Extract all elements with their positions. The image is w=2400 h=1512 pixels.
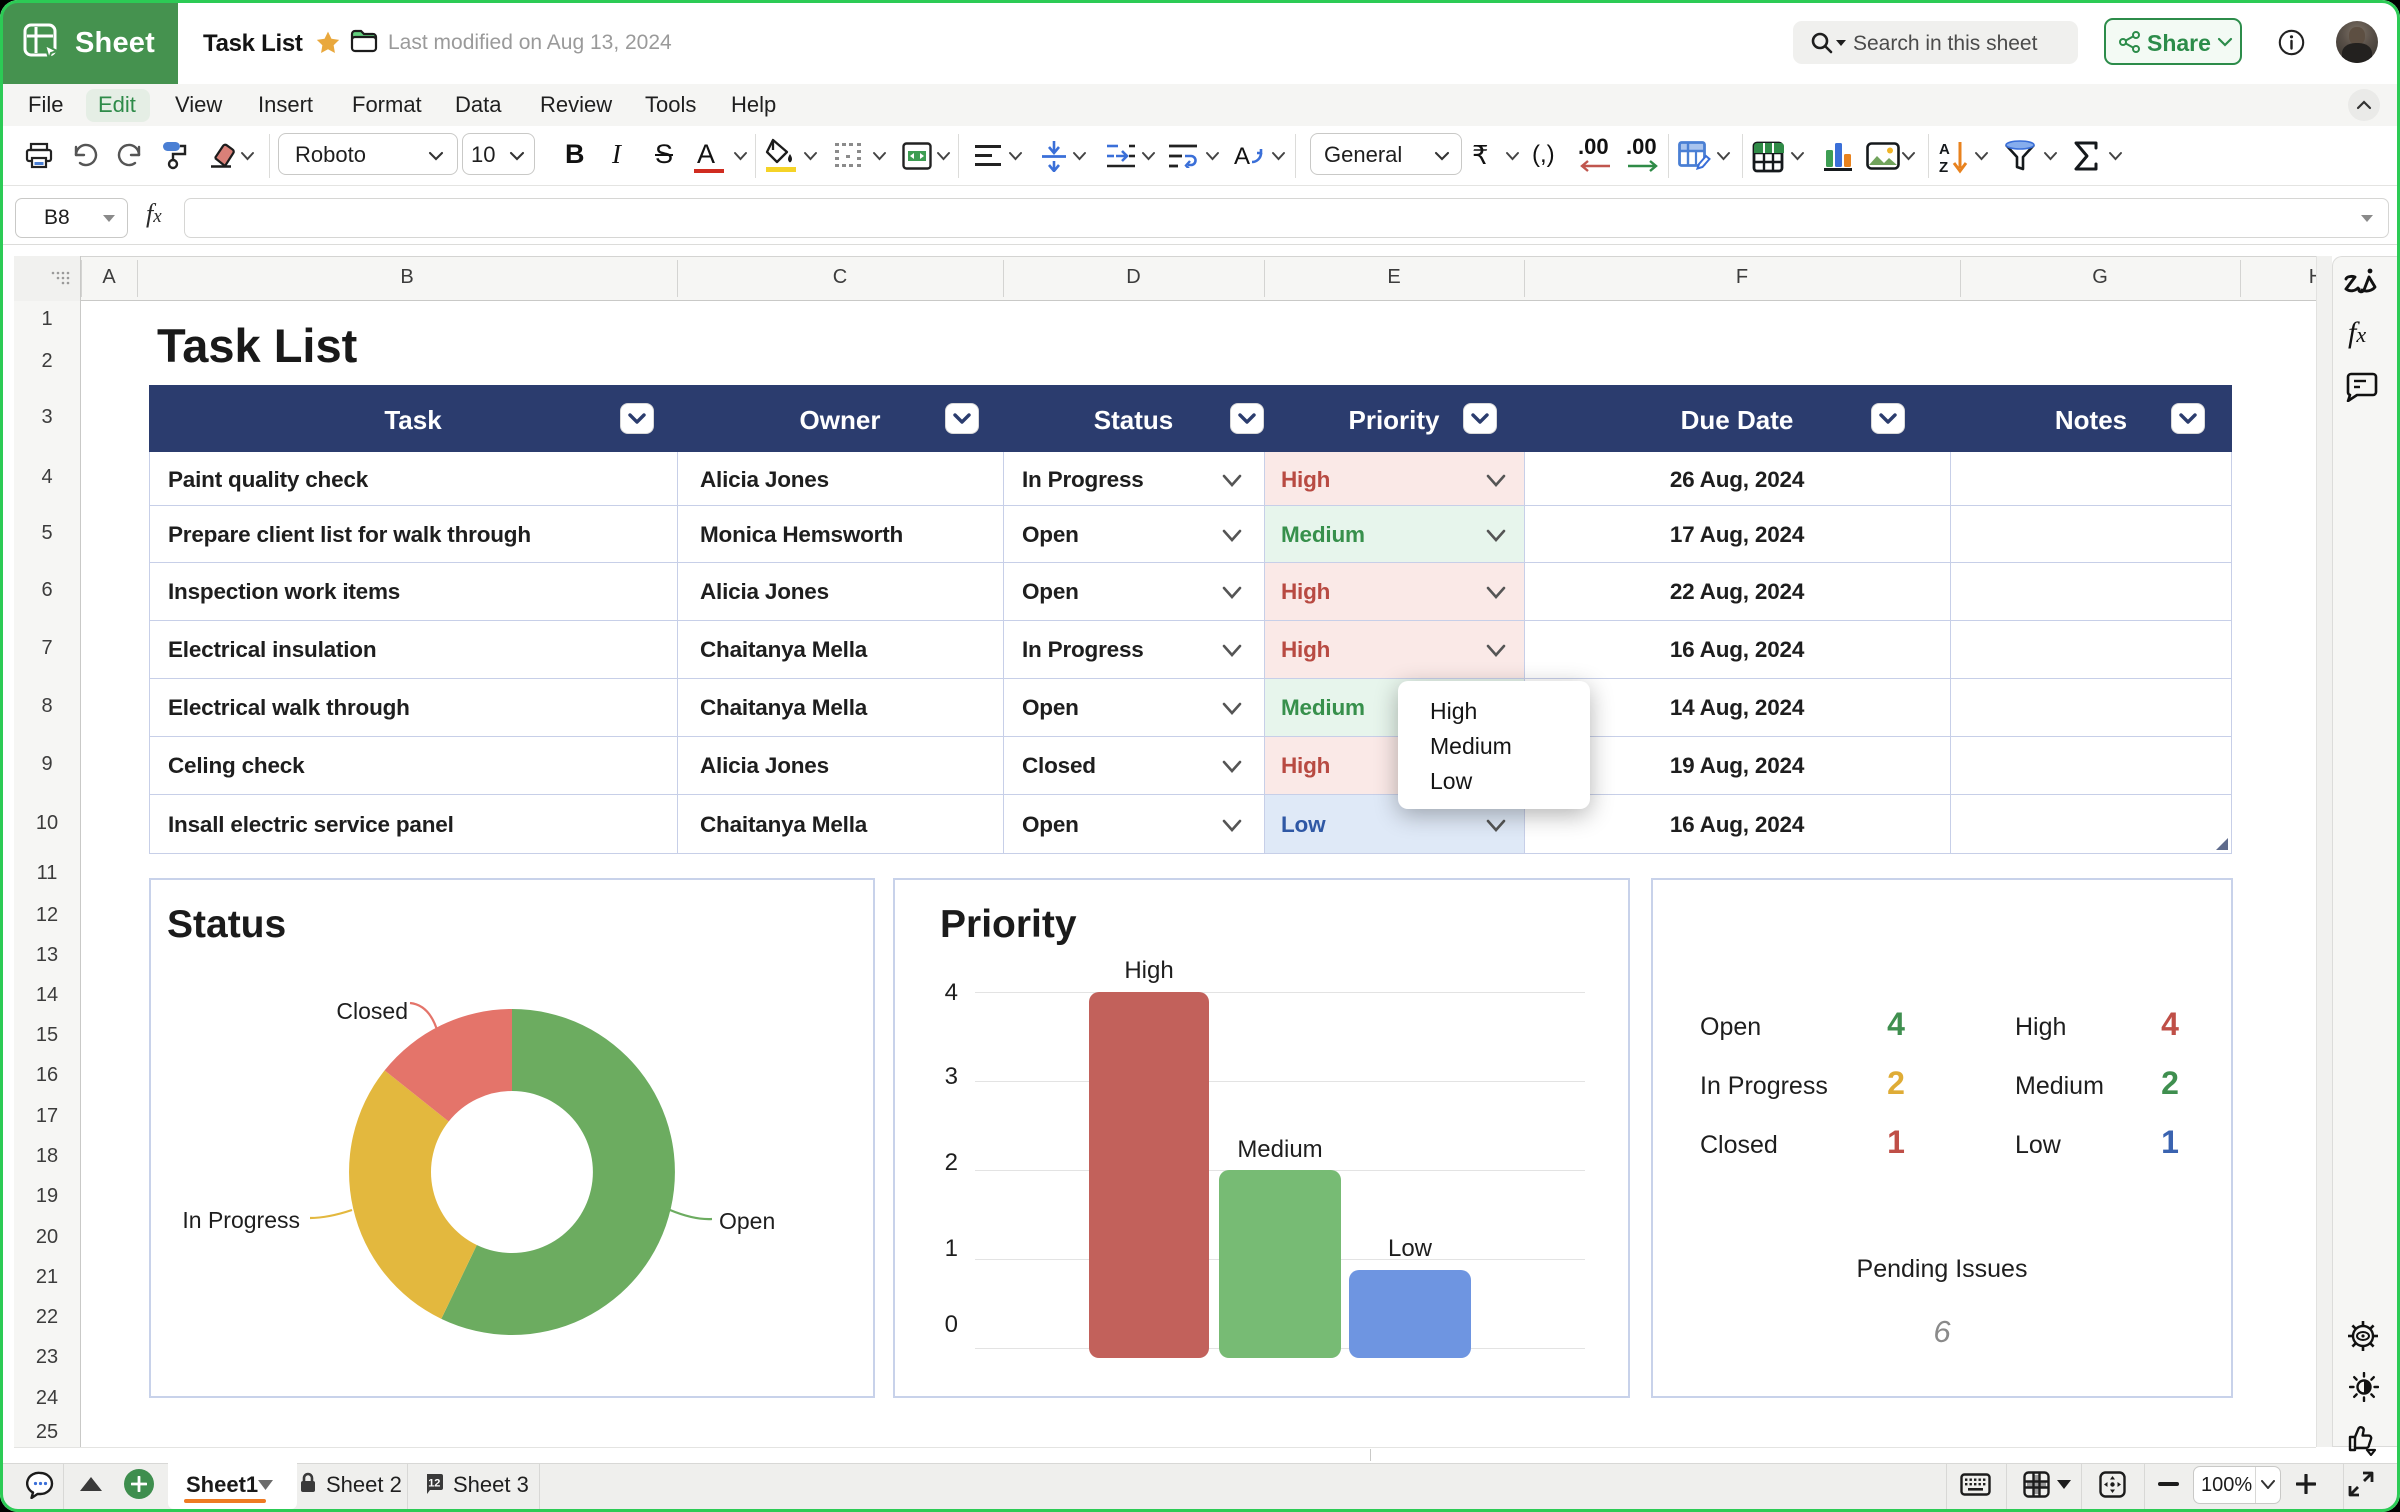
svg-text:A: A	[1939, 141, 1950, 158]
svg-text:A: A	[1234, 143, 1250, 170]
svg-text:12: 12	[428, 1478, 440, 1490]
svg-text:Z: Z	[1939, 159, 1948, 174]
